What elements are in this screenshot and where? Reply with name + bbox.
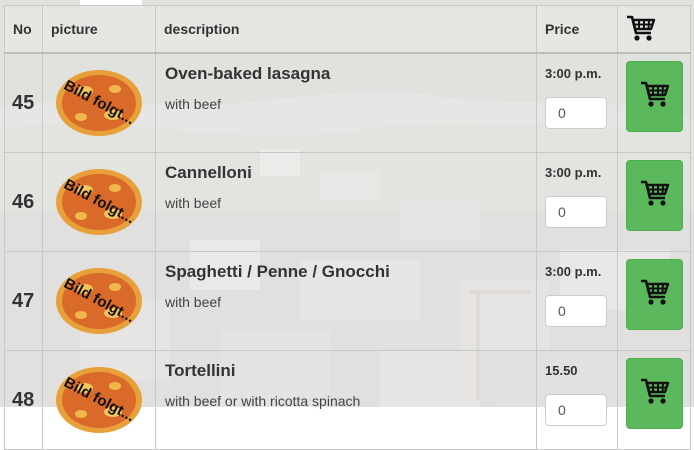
item-number: 48 bbox=[4, 350, 43, 450]
add-to-cart-button[interactable] bbox=[626, 61, 683, 132]
pizza-placeholder-image: Bild folgt... bbox=[56, 367, 142, 433]
menu-table: No picture description Price 45 Bild fol… bbox=[4, 5, 691, 450]
shopping-cart-icon bbox=[640, 377, 670, 410]
shopping-cart-icon bbox=[640, 179, 670, 212]
item-number: 46 bbox=[4, 152, 43, 252]
pizza-placeholder-image: Bild folgt... bbox=[56, 70, 142, 136]
item-number: 45 bbox=[4, 52, 43, 153]
item-number: 47 bbox=[4, 251, 43, 351]
quantity-input[interactable] bbox=[545, 394, 607, 426]
pizza-placeholder-image: Bild folgt... bbox=[56, 169, 142, 235]
item-detail: with beef bbox=[165, 294, 222, 310]
add-to-cart-button[interactable] bbox=[626, 160, 683, 231]
add-to-cart-button[interactable] bbox=[626, 358, 683, 429]
item-picture-cell: Bild folgt... bbox=[42, 350, 156, 450]
item-name: Cannelloni bbox=[165, 163, 252, 182]
shopping-cart-icon bbox=[640, 278, 670, 311]
item-picture-cell: Bild folgt... bbox=[42, 52, 156, 153]
shopping-cart-icon bbox=[626, 15, 656, 45]
table-row: 46 Bild folgt... Cannelloni with beef 3:… bbox=[4, 152, 691, 252]
header-description: description bbox=[155, 5, 537, 54]
item-price-cell: 3:00 p.m. bbox=[536, 52, 618, 153]
item-cart-cell bbox=[617, 52, 691, 153]
item-name: Tortellini bbox=[165, 361, 236, 380]
item-picture-cell: Bild folgt... bbox=[42, 251, 156, 351]
pizza-placeholder-image: Bild folgt... bbox=[56, 268, 142, 334]
item-picture-cell: Bild folgt... bbox=[42, 152, 156, 252]
item-name: Oven-baked lasagna bbox=[165, 64, 331, 83]
item-detail: with beef bbox=[165, 96, 222, 112]
item-price-cell: 15.50 bbox=[536, 350, 618, 450]
item-description-cell: Cannelloni with beef bbox=[155, 152, 537, 252]
quantity-input[interactable] bbox=[545, 196, 607, 228]
table-row: 47 Bild folgt... Spaghetti / Penne / Gno… bbox=[4, 251, 691, 351]
header-no: No bbox=[4, 5, 43, 54]
item-price: 3:00 p.m. bbox=[545, 264, 602, 279]
shopping-cart-icon bbox=[640, 80, 670, 113]
table-header-row: No picture description Price bbox=[4, 5, 691, 54]
menu-table-container: No picture description Price 45 Bild fol… bbox=[4, 5, 691, 450]
table-row: 48 Bild folgt... Tortellini with beef or… bbox=[4, 350, 691, 450]
item-cart-cell bbox=[617, 251, 691, 351]
item-price-cell: 3:00 p.m. bbox=[536, 251, 618, 351]
item-name: Spaghetti / Penne / Gnocchi bbox=[165, 262, 390, 281]
header-price: Price bbox=[536, 5, 618, 54]
tab-indicator bbox=[80, 0, 142, 5]
add-to-cart-button[interactable] bbox=[626, 259, 683, 330]
item-price: 15.50 bbox=[545, 363, 578, 378]
table-row: 45 Bild folgt... Oven-baked lasagna with… bbox=[4, 52, 691, 153]
quantity-input[interactable] bbox=[545, 295, 607, 327]
header-picture: picture bbox=[42, 5, 156, 54]
item-cart-cell bbox=[617, 350, 691, 450]
item-description-cell: Tortellini with beef or with ricotta spi… bbox=[155, 350, 537, 450]
item-detail: with beef bbox=[165, 195, 222, 211]
item-description-cell: Spaghetti / Penne / Gnocchi with beef bbox=[155, 251, 537, 351]
header-cart bbox=[617, 5, 691, 54]
item-price: 3:00 p.m. bbox=[545, 165, 602, 180]
item-price: 3:00 p.m. bbox=[545, 66, 602, 81]
item-price-cell: 3:00 p.m. bbox=[536, 152, 618, 252]
quantity-input[interactable] bbox=[545, 97, 607, 129]
item-description-cell: Oven-baked lasagna with beef bbox=[155, 52, 537, 153]
item-cart-cell bbox=[617, 152, 691, 252]
